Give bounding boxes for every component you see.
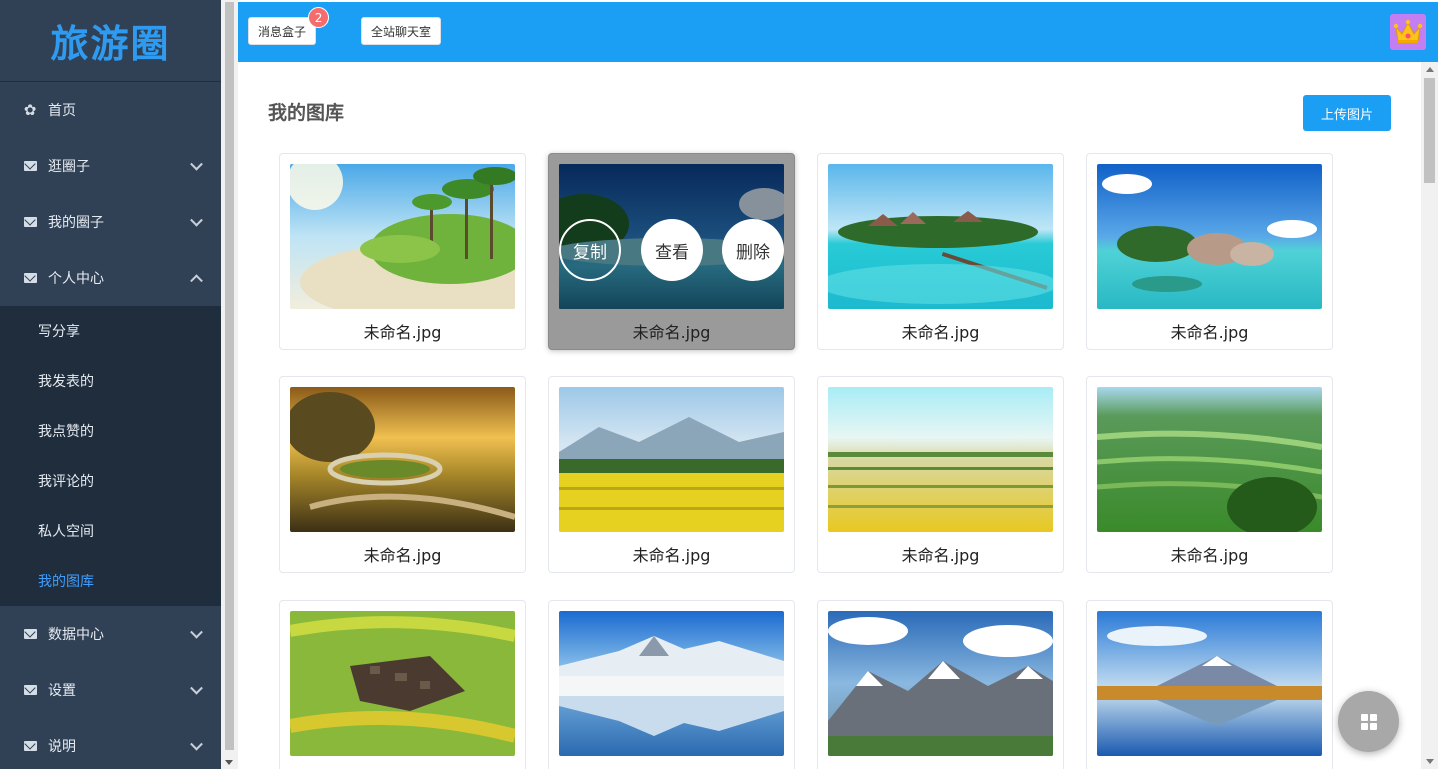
submenu-item-private-space[interactable]: 私人空间 — [0, 506, 221, 556]
chevron-down-icon — [190, 213, 203, 227]
sidebar-item-browse-circles[interactable]: 逛圈子 — [0, 138, 221, 194]
submenu-item-my-gallery[interactable]: 我的图库 — [0, 556, 221, 606]
sidebar-item-help[interactable]: 说明 — [0, 718, 221, 769]
image-filename: 未命名.jpg — [1170, 323, 1249, 342]
sidebar: 旅游圈 ✿ 首页 逛圈子 我的圈子 个人中心 写分享 我发表的 我点赞的 我评论… — [0, 0, 221, 769]
gallery-image[interactable] — [290, 387, 515, 532]
main-content: 我的图库 上传图片 未命名.jpg 复制 查看 删除 未命名.jpg 未命名.j… — [238, 62, 1421, 769]
gallery-card[interactable]: 未命名.jpg — [279, 376, 526, 573]
gallery-image[interactable] — [290, 611, 515, 756]
gallery-card[interactable]: 未命名.jpg — [279, 153, 526, 350]
submenu-item-my-likes[interactable]: 我点赞的 — [0, 406, 221, 456]
chevron-down-icon — [190, 737, 203, 751]
image-filename: 未命名.jpg — [632, 323, 711, 342]
gallery-card[interactable]: 未命名.jpg — [817, 376, 1064, 573]
gallery-image[interactable] — [559, 387, 784, 532]
copy-button[interactable]: 复制 — [559, 219, 621, 281]
gallery-image[interactable] — [1097, 611, 1322, 756]
logo-text: 旅游圈 — [50, 22, 171, 66]
top-header: 消息盒子 2 全站聊天室 — [238, 2, 1438, 62]
envelope-icon — [22, 741, 38, 751]
gallery-image[interactable] — [290, 164, 515, 309]
scroll-up-arrow-icon[interactable] — [1426, 67, 1434, 72]
image-filename: 未命名.jpg — [901, 323, 980, 342]
sidebar-item-label: 逛圈子 — [48, 159, 90, 175]
sidebar-item-personal-center[interactable]: 个人中心 — [0, 250, 221, 306]
gallery-image[interactable] — [1097, 164, 1322, 309]
gallery-card[interactable]: 未命名.jpg — [1086, 153, 1333, 350]
image-filename: 未命名.jpg — [901, 546, 980, 565]
logo[interactable]: 旅游圈 — [0, 0, 221, 82]
submenu-item-my-comments[interactable]: 我评论的 — [0, 456, 221, 506]
gallery-image[interactable] — [559, 611, 784, 756]
sidebar-item-my-circles[interactable]: 我的圈子 — [0, 194, 221, 250]
gear-icon: ✿ — [23, 100, 37, 119]
sidebar-item-data-center[interactable]: 数据中心 — [0, 606, 221, 662]
message-box-label: 消息盒子 — [258, 24, 307, 39]
scrollbar-thumb[interactable] — [225, 2, 234, 750]
sidebar-item-label: 设置 — [48, 683, 76, 699]
scroll-down-arrow-icon[interactable] — [225, 760, 233, 765]
personal-center-submenu: 写分享 我发表的 我点赞的 我评论的 私人空间 我的图库 — [0, 306, 221, 606]
chevron-down-icon — [190, 681, 203, 695]
page-title: 我的图库 — [268, 102, 345, 124]
view-button[interactable]: 查看 — [641, 219, 703, 281]
scroll-down-arrow-icon[interactable] — [1426, 759, 1434, 764]
sidebar-item-label: 首页 — [48, 103, 76, 119]
gallery-card[interactable] — [817, 600, 1064, 769]
sidebar-item-home[interactable]: ✿ 首页 — [0, 82, 221, 138]
envelope-icon — [22, 273, 38, 283]
delete-button[interactable]: 删除 — [722, 219, 784, 281]
submenu-item-write-share[interactable]: 写分享 — [0, 306, 221, 356]
scrollbar-thumb[interactable] — [1424, 78, 1435, 183]
sidebar-item-label: 我的圈子 — [48, 215, 104, 231]
avatar[interactable] — [1390, 14, 1426, 50]
floating-menu-button[interactable] — [1338, 691, 1399, 752]
gallery-image[interactable] — [828, 387, 1053, 532]
gallery-image[interactable] — [828, 611, 1053, 756]
envelope-icon — [22, 685, 38, 695]
chatroom-label: 全站聊天室 — [371, 24, 432, 39]
message-count-badge: 2 — [308, 7, 330, 28]
grid-icon — [1360, 713, 1377, 730]
gallery-card[interactable] — [1086, 600, 1333, 769]
image-filename: 未命名.jpg — [632, 546, 711, 565]
crown-icon — [1393, 19, 1423, 43]
gallery-card[interactable]: 未命名.jpg — [817, 153, 1064, 350]
message-box-button[interactable]: 消息盒子 2 — [248, 7, 330, 45]
gallery-card[interactable]: 未命名.jpg — [1086, 376, 1333, 573]
image-filename: 未命名.jpg — [363, 323, 442, 342]
sidebar-scrollbar[interactable] — [221, 0, 238, 769]
image-filename: 未命名.jpg — [363, 546, 442, 565]
chevron-down-icon — [190, 625, 203, 639]
sidebar-item-settings[interactable]: 设置 — [0, 662, 221, 718]
gallery-card[interactable] — [548, 600, 795, 769]
envelope-icon — [22, 217, 38, 227]
chevron-up-icon — [190, 274, 203, 288]
submenu-item-my-posts[interactable]: 我发表的 — [0, 356, 221, 406]
gallery-card[interactable] — [279, 600, 526, 769]
envelope-icon — [22, 629, 38, 639]
main-scrollbar[interactable] — [1421, 62, 1438, 769]
chatroom-button[interactable]: 全站聊天室 — [361, 17, 442, 45]
envelope-icon — [22, 161, 38, 171]
gallery-image[interactable] — [828, 164, 1053, 309]
chevron-down-icon — [190, 157, 203, 171]
gallery-card[interactable]: 未命名.jpg — [548, 376, 795, 573]
gallery-image[interactable] — [1097, 387, 1322, 532]
sidebar-item-label: 数据中心 — [48, 627, 104, 643]
sidebar-item-label: 个人中心 — [48, 271, 104, 287]
image-filename: 未命名.jpg — [1170, 546, 1249, 565]
sidebar-item-label: 说明 — [48, 739, 76, 755]
image-hover-overlay: 复制 查看 删除 — [559, 164, 784, 309]
gallery-card[interactable]: 复制 查看 删除 未命名.jpg — [548, 153, 795, 350]
upload-image-button[interactable]: 上传图片 — [1303, 95, 1391, 131]
